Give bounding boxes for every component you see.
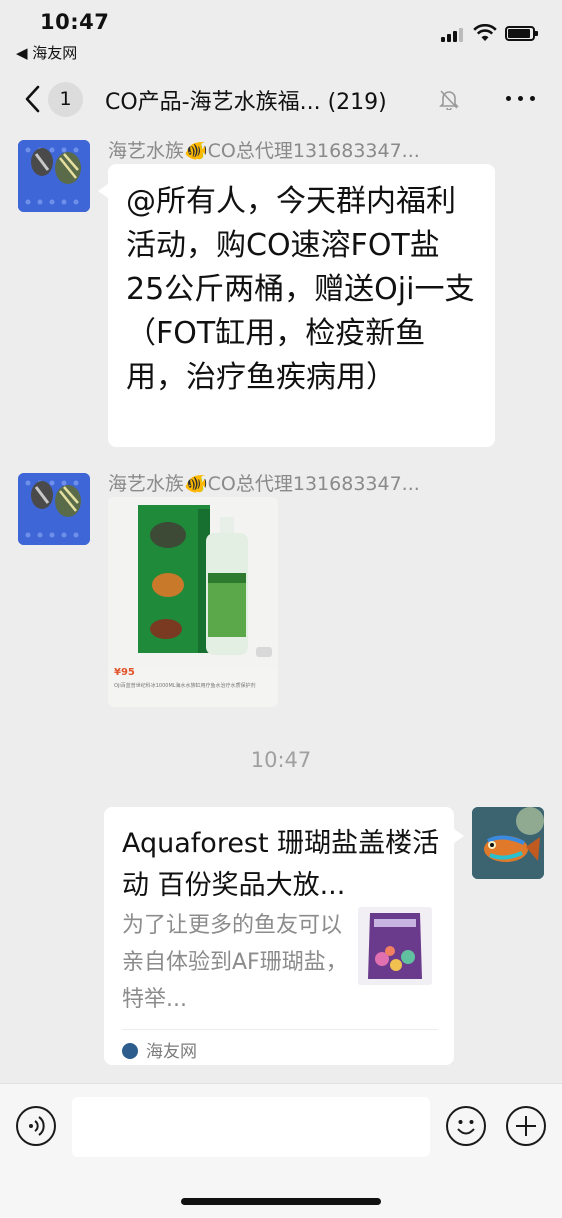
link-card-divider [122, 1029, 438, 1030]
chat-nav-bar: 1 CO产品-海艺水族福... (219) [0, 70, 562, 130]
sender-avatar[interactable] [18, 140, 90, 212]
source-logo-icon [122, 1043, 138, 1059]
cellular-signal-icon [441, 28, 465, 42]
voice-input-button[interactable] [16, 1106, 56, 1146]
salt-bag-image [358, 907, 432, 985]
unread-count-badge[interactable]: 1 [48, 82, 83, 117]
plus-icon [516, 1116, 536, 1136]
product-photo-message[interactable]: ¥95 Oji百蓝普世纪科冰1000ML海水水族缸用疗鱼水治疗水质保护剂 [108, 497, 278, 707]
emoji-button[interactable] [446, 1106, 486, 1146]
link-card-thumbnail [358, 907, 432, 985]
fish-tank-avatar-image [18, 140, 90, 212]
product-box-and-bottle-image [108, 497, 278, 669]
sender-avatar[interactable] [18, 473, 90, 545]
link-card-title: Aquaforest 珊瑚盐盖楼活动 百份奖品大放... [122, 828, 440, 901]
wifi-icon [473, 24, 497, 41]
text-message-bubble[interactable]: @所有人，今天群内福利活动，购CO速溶FOT盐25公斤两桶，赠送Oji一支（FO… [98, 164, 495, 447]
back-to-app-link[interactable]: ◀ 海友网 [16, 42, 77, 63]
chat-title: CO产品-海艺水族福... (219) [105, 90, 387, 115]
home-indicator[interactable] [181, 1198, 381, 1205]
mandarin-fish-avatar-image [472, 807, 544, 879]
product-price: ¥95 [114, 667, 135, 678]
mute-bell-icon [439, 90, 459, 110]
sender-name: 海艺水族🐠CO总代理131683347... [108, 140, 420, 162]
more-icon[interactable] [506, 96, 536, 102]
message-timestamp: 10:47 [250, 748, 312, 772]
product-caption: Oji百蓝普世纪科冰1000ML海水水族缸用疗鱼水治疗水质保护剂 [114, 683, 256, 689]
link-card-source: 海友网 [122, 1037, 197, 1062]
voice-wave-icon [29, 1116, 45, 1136]
status-time: 10:47 [40, 10, 110, 34]
link-card-source-label: 海友网 [146, 1042, 197, 1062]
fish-tank-avatar-image [18, 473, 90, 545]
emoji-face-icon [457, 1120, 475, 1135]
link-card-description: 为了让更多的鱼友可以亲自体验到AF珊瑚盐，特举... [122, 913, 348, 1012]
link-card-message[interactable]: Aquaforest 珊瑚盐盖楼活动 百份奖品大放... 为了让更多的鱼友可以亲… [104, 807, 464, 1065]
battery-icon [505, 26, 538, 41]
self-avatar[interactable] [472, 807, 544, 879]
sender-name: 海艺水族🐠CO总代理131683347... [108, 473, 420, 495]
more-actions-button[interactable] [506, 1106, 546, 1146]
message-text-input[interactable] [72, 1097, 430, 1157]
status-bar: 10:47 ◀ 海友网 [0, 0, 562, 70]
back-chevron-icon[interactable] [22, 84, 44, 114]
